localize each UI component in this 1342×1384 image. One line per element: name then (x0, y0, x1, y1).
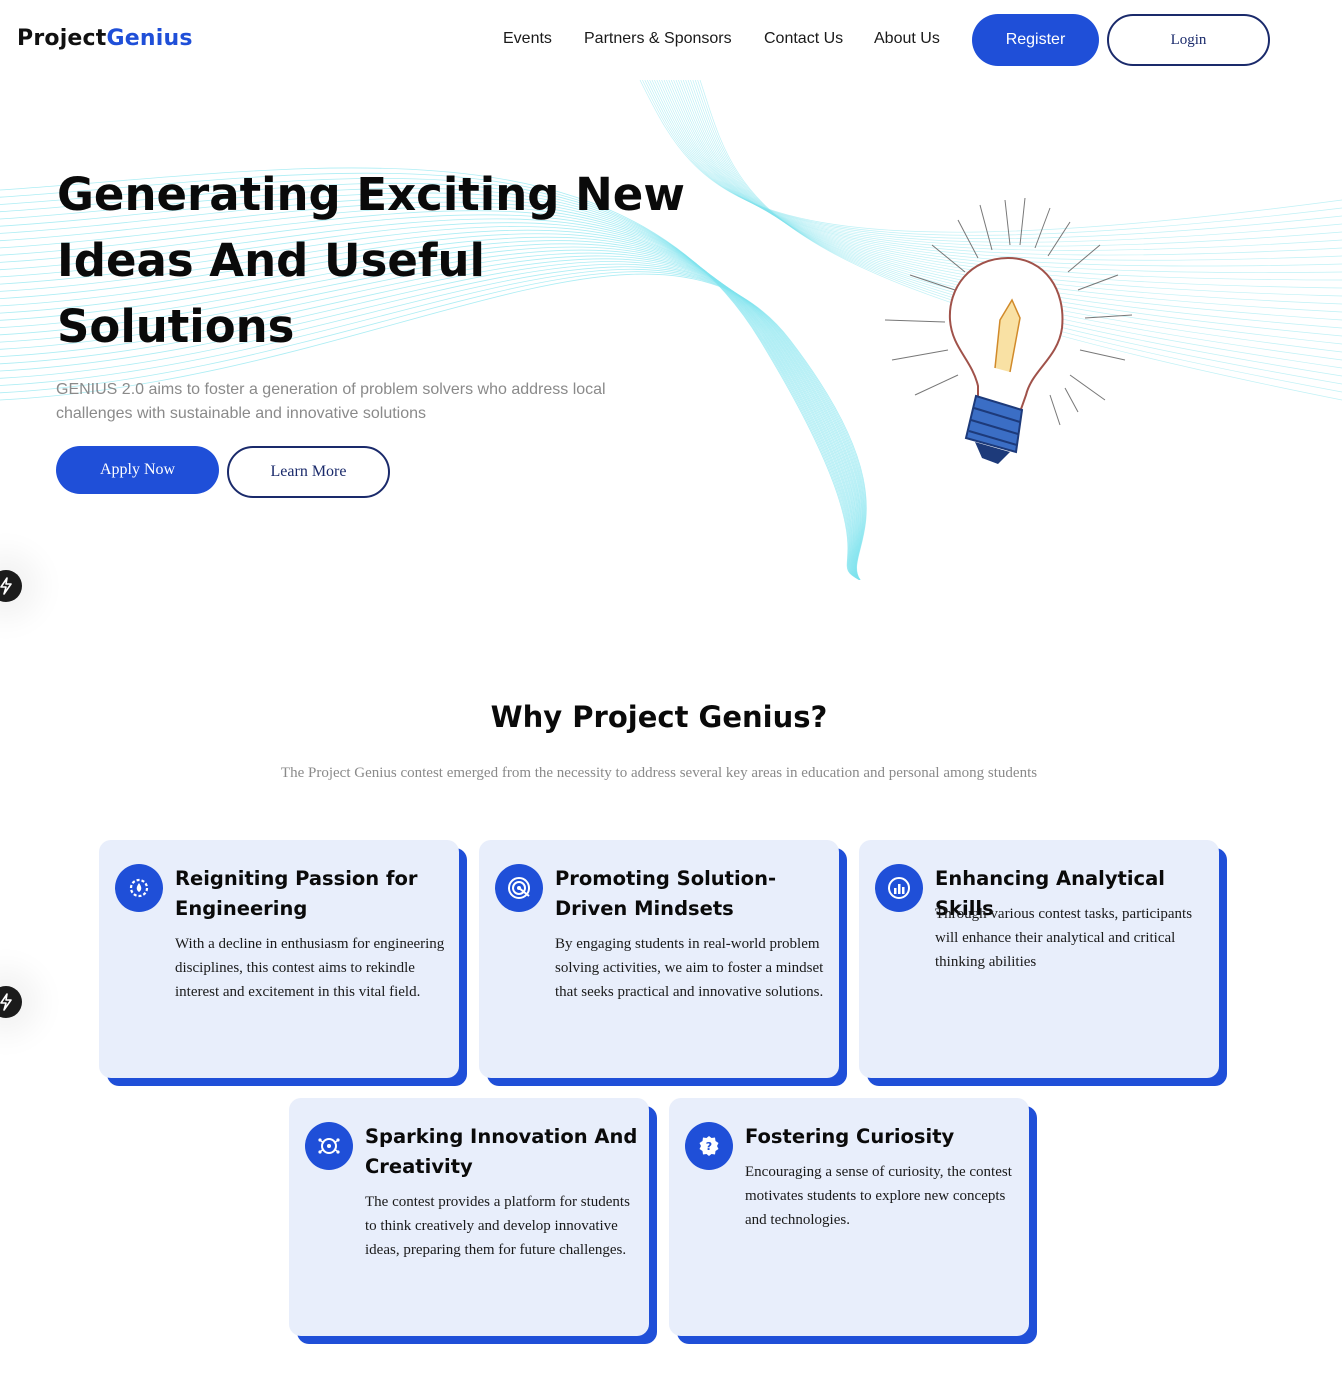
hero-title: Generating Exciting New Ideas And Useful… (57, 162, 697, 360)
card-text: Through various contest tasks, participa… (935, 906, 1193, 970)
brain-network-icon (305, 1122, 353, 1170)
target-icon (495, 864, 543, 912)
nav-about-us[interactable]: About Us (874, 30, 940, 48)
nav-contact-us[interactable]: Contact Us (764, 30, 843, 48)
card-text: The contest provides a platform for stud… (365, 1194, 630, 1258)
register-button[interactable]: Register (972, 14, 1099, 66)
svg-text:?: ? (706, 1140, 712, 1153)
gear-flame-icon (115, 864, 163, 912)
logo[interactable]: ProjectGenius (17, 26, 193, 51)
nav-events[interactable]: Events (503, 30, 552, 48)
card-title: Reigniting Passion for Engineering (175, 867, 418, 920)
feature-card: Reigniting Passion for Engineering With … (99, 840, 459, 1078)
card-text: Encouraging a sense of curiosity, the co… (745, 1164, 1012, 1228)
feature-card: Enhancing Analytical Skills Through vari… (859, 840, 1219, 1078)
feature-card: Promoting Solution-Driven Mindsets By en… (479, 840, 839, 1078)
lightning-icon (0, 993, 12, 1011)
card-title: Promoting Solution-Driven Mindsets (555, 867, 777, 920)
hero-subtitle: GENIUS 2.0 aims to foster a generation o… (56, 381, 606, 422)
card-text: With a decline in enthusiasm for enginee… (175, 936, 445, 1000)
hero-title-line: Generating Exciting New (57, 168, 685, 221)
card-title: Sparking Innovation And Creativity (365, 1125, 638, 1178)
card-text: By engaging students in real-world probl… (555, 936, 824, 1000)
section-subtitle: The Project Genius contest emerged from … (280, 765, 1038, 781)
feature-card: Sparking Innovation And Creativity The c… (289, 1098, 649, 1336)
hero-title-line: Ideas And Useful (57, 234, 485, 287)
analytics-chart-icon (875, 864, 923, 912)
question-badge-icon: ? (685, 1122, 733, 1170)
learn-more-button[interactable]: Learn More (227, 446, 390, 498)
section-title: Why Project Genius? (490, 700, 828, 734)
nav-partners-sponsors[interactable]: Partners & Sponsors (584, 30, 732, 48)
feature-card: ? Fostering Curiosity Encouraging a sens… (669, 1098, 1029, 1336)
card-title: Fostering Curiosity (745, 1125, 955, 1148)
logo-text-project: Project (17, 26, 107, 51)
lightbulb-illustration (884, 197, 1133, 464)
hero-title-line: Solutions (57, 300, 295, 353)
apply-now-button[interactable]: Apply Now (56, 446, 219, 494)
logo-text-genius: Genius (106, 26, 193, 51)
lightning-icon (0, 577, 12, 595)
login-button[interactable]: Login (1107, 14, 1270, 66)
floating-action-button[interactable] (0, 986, 22, 1018)
